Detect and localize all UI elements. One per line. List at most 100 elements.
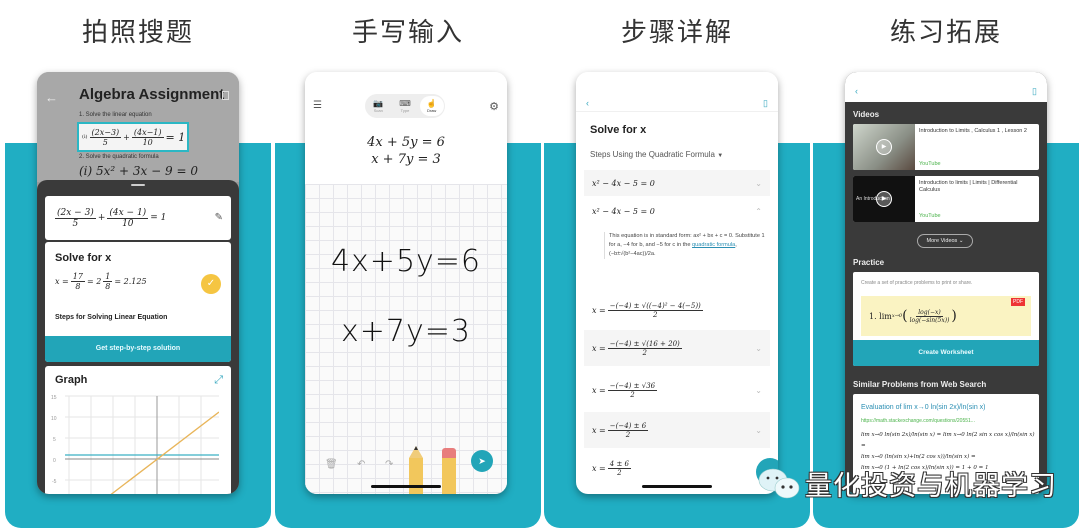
bookmark-icon[interactable]: ▯	[1032, 86, 1037, 97]
lhs: x =	[592, 305, 606, 315]
fraction: −(−4) ± √36 2	[607, 381, 658, 399]
drawing-toolbar: 🗑 ↶ ↷ ➤	[305, 446, 507, 494]
back-chevron-icon[interactable]: ‹	[855, 86, 858, 96]
video-item[interactable]: An Introduction ▶ Introduction to limits …	[853, 176, 1039, 222]
tick-5: 5	[53, 437, 56, 443]
denominator: 10	[122, 218, 134, 229]
practice-heading: Practice	[853, 258, 885, 267]
pdf-badge[interactable]: PDF	[1011, 298, 1025, 306]
fraction: −(−4) ± 62	[607, 421, 649, 439]
lhs: x =	[592, 343, 606, 353]
web-result-url[interactable]: https://math.stackexchange.com/questions…	[861, 418, 975, 424]
solve-card: Solve for x x = 17 8 = 2 18 = 2.125 ✓ Ste…	[45, 242, 231, 362]
numerator: −(−4) ± 6	[607, 421, 649, 431]
drawing-canvas[interactable]: 4x+5y=6 x+7y=3 🗑 ↶ ↷ ➤	[305, 184, 507, 494]
step-row[interactable]: x = −(−4) ± √36 2 ⌄	[584, 372, 770, 408]
scan-selection-box[interactable]: (i) (2x−3) 5 + (4x−1) 10 = 1	[77, 122, 189, 152]
send-button[interactable]: ➤	[471, 450, 493, 472]
step-row[interactable]: x² − 4x − 5 = 0 ⌄	[584, 170, 770, 196]
step-row-expanded[interactable]: x² − 4x − 5 = 0 ⌃	[584, 198, 770, 224]
home-indicator	[371, 485, 441, 488]
step-row[interactable]: x = −(−4) ± √((−4)² − 4(−5)) 2	[584, 292, 770, 328]
lhs: x =	[55, 277, 69, 286]
step-row[interactable]: x = −(−4) ± √(16 + 20) 2 ⌄	[584, 330, 770, 366]
trash-icon[interactable]: 🗑	[325, 459, 338, 470]
web-result-title[interactable]: Evaluation of lim x→0 ln(sin 2x)/ln(sin …	[861, 404, 986, 411]
mode-scan[interactable]: 📷 Scan	[366, 99, 390, 113]
fraction: 17 8	[70, 272, 85, 291]
graph-title: Graph	[55, 374, 88, 386]
question-1-label: 1. Solve the linear equation	[79, 112, 152, 118]
fraction-b: (4x − 1) 10	[107, 208, 149, 229]
edit-pencil-icon[interactable]: ✎	[215, 212, 223, 223]
more-videos-button[interactable]: More Videos ⌄	[917, 234, 973, 248]
fraction: 4 ± 62	[607, 459, 631, 477]
flash-icon[interactable]	[222, 91, 229, 100]
web-line: lim x→0 ln(sin 2x)/ln(sin x) = lim x→0 l…	[861, 432, 1035, 449]
step-row[interactable]: x = −(−4) ± 6 2 ⌄	[584, 412, 770, 448]
drag-handle[interactable]	[131, 184, 145, 186]
video-title: Introduction to Limits , Calculus 1 , Le…	[919, 128, 1027, 134]
numerator: −(−4) ± √36	[607, 381, 658, 391]
tick-15: 15	[51, 395, 57, 401]
graph-plot[interactable]: 15 10 5 0 -5	[49, 392, 219, 494]
mixed-fraction: 18	[103, 272, 113, 291]
denominator: 5	[102, 137, 108, 147]
denominator: 8	[105, 282, 111, 291]
mode-label: Draw	[426, 108, 437, 113]
wechat-logo-icon	[758, 468, 800, 499]
phone-screen: ‹ ▯ Solve for x Steps Using the Quadrati…	[576, 72, 778, 494]
step-explanation: This equation is in standard form: ax² +…	[604, 232, 768, 259]
mode-type[interactable]: ⌨ Type	[393, 99, 417, 113]
numerator: −(−4) ± √((−4)² − 4(−5))	[607, 301, 703, 311]
step-by-step-button[interactable]: Get step-by-step solution	[45, 336, 231, 362]
solution-equation: x = 17 8 = 2 18 = 2.125	[55, 272, 147, 291]
history-list-icon[interactable]: ☰	[313, 100, 322, 111]
panel-title: 练习拓展	[889, 18, 1002, 48]
numerator: 17	[70, 272, 85, 282]
method-dropdown[interactable]: Steps Using the Quadratic Formula ▼	[590, 150, 723, 159]
method-label: Steps Using the Quadratic Formula	[590, 150, 715, 159]
settings-gear-icon[interactable]: ⚙	[489, 100, 499, 113]
keyboard-icon: ⌨	[399, 99, 411, 108]
back-chevron-icon[interactable]: ‹	[586, 98, 589, 108]
lhs: x =	[592, 385, 606, 395]
video-thumbnail: An Introduction ▶	[853, 176, 915, 222]
quadratic-formula-link[interactable]: quadratic formula	[692, 242, 735, 248]
video-item[interactable]: ▶ Introduction to Limits , Calculus 1 , …	[853, 124, 1039, 170]
camera-icon: 📷	[373, 99, 384, 108]
numerator: 1	[103, 272, 113, 282]
bookmark-icon[interactable]: ▯	[763, 98, 768, 109]
top-area: ☰ 📷 Scan ⌨ Type ☝ Draw ⚙ 4x + 5y = 6 x + 7y…	[305, 72, 507, 184]
create-worksheet-button[interactable]: Create Worksheet	[853, 340, 1039, 366]
recognized-eq-1: 4x + 5y = 6	[367, 135, 445, 150]
fraction: −(−4) ± √((−4)² − 4(−5)) 2	[607, 301, 703, 319]
numerator: −(−4) ± √(16 + 20)	[607, 339, 682, 349]
plus-sign: +	[97, 213, 106, 223]
redo-icon[interactable]: ↷	[385, 459, 393, 470]
web-search-heading: Similar Problems from Web Search	[853, 380, 987, 389]
undo-icon[interactable]: ↶	[357, 459, 365, 470]
expand-icon[interactable]: ⤢	[214, 374, 223, 387]
numerator: 4 ± 6	[607, 459, 631, 469]
mode-draw[interactable]: ☝ Draw	[419, 96, 444, 116]
nav-bar: ‹ ▯	[845, 72, 1047, 102]
plus-sign: +	[123, 132, 130, 142]
recognized-equations: 4x + 5y = 6 x + 7y = 3	[305, 134, 507, 168]
eraser-tool[interactable]	[442, 448, 456, 494]
panel-practice: 练习拓展 ‹ ▯ Videos ▶ Introduction to Limits…	[813, 0, 1079, 530]
play-icon: ▶	[876, 139, 892, 155]
graph-card: Graph ⤢ 15 10 5 0 -5	[45, 366, 231, 494]
lhs: x =	[592, 425, 606, 435]
problem-card[interactable]: (2x − 3) 5 + (4x − 1) 10 = 1 ✎	[45, 196, 231, 240]
problem-label: 1. lim	[869, 311, 892, 321]
back-arrow-icon[interactable]: ←	[45, 90, 58, 105]
fraction-b: (4x−1) 10	[131, 128, 164, 147]
question-2-label: 2. Solve the quadratic formula	[79, 154, 159, 160]
fraction-a: (2x−3) 5	[89, 128, 122, 147]
quadratic-equation: (i) 5x² + 3x − 9 = 0	[79, 164, 198, 178]
video-source: YouTube	[919, 213, 941, 219]
phone-screen: ‹ ▯ Videos ▶ Introduction to Limits , Ca…	[845, 72, 1047, 494]
caret-down-icon: ▼	[717, 153, 724, 159]
denominator: 2	[653, 310, 658, 319]
